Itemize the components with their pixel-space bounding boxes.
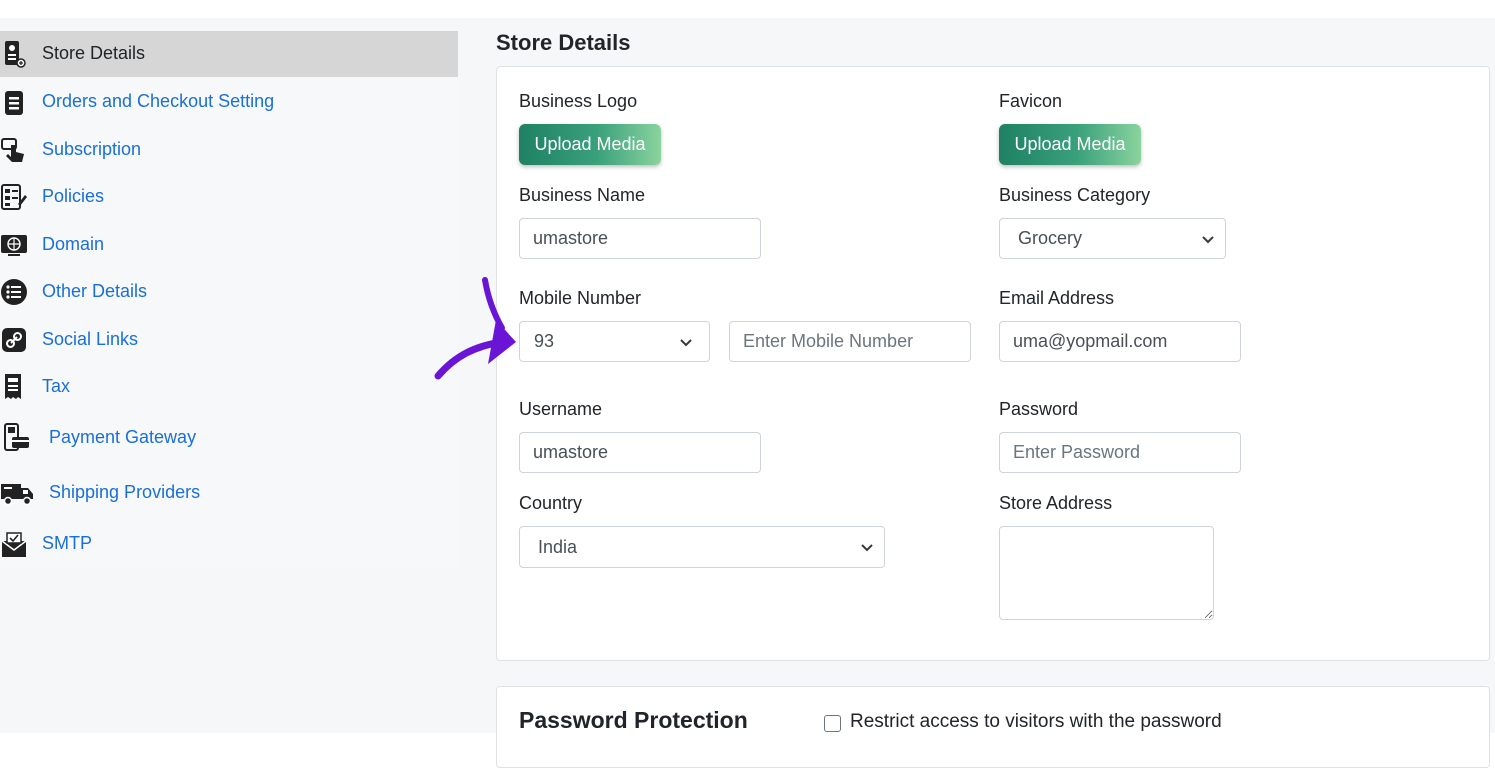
- sidebar-item-label: Orders and Checkout Setting: [42, 91, 275, 111]
- link-icon: [0, 326, 28, 354]
- sidebar-item-label: SMTP: [42, 533, 93, 553]
- business-logo-label: Business Logo: [519, 91, 638, 111]
- sidebar-item-domain[interactable]: Domain: [0, 225, 458, 265]
- store-address-label: Store Address: [999, 493, 1113, 513]
- sidebar-item-tax[interactable]: Tax: [0, 367, 458, 407]
- business-category-value: Grocery: [1018, 228, 1083, 248]
- email-input[interactable]: [999, 321, 1241, 362]
- delivery-truck-icon: [0, 479, 34, 507]
- sidebar-item-label: Store Details: [42, 43, 146, 63]
- sidebar-item-label: Subscription: [42, 139, 142, 159]
- sidebar-item-payment-gateway[interactable]: Payment Gateway: [0, 416, 458, 460]
- settings-sidebar: Store Details Orders and Checkout Settin…: [0, 31, 458, 568]
- sidebar-item-label: Policies: [42, 186, 105, 206]
- annotation-arrow-icon: [434, 277, 516, 380]
- favicon-upload-button[interactable]: Upload Media: [999, 124, 1141, 165]
- sidebar-item-shipping-providers[interactable]: Shipping Providers: [0, 471, 458, 515]
- payment-terminal-icon: [2, 423, 30, 452]
- country-select[interactable]: India: [519, 526, 885, 568]
- sidebar-item-social-links[interactable]: Social Links: [0, 320, 458, 360]
- hand-pointer-icon: [0, 136, 28, 164]
- store-icon: [0, 40, 28, 68]
- tax-receipt-icon: [0, 373, 28, 401]
- sidebar-item-store-details[interactable]: Store Details: [0, 31, 458, 77]
- password-input[interactable]: [999, 432, 1241, 473]
- username-label: Username: [519, 399, 603, 419]
- sidebar-item-label: Social Links: [42, 329, 139, 349]
- document-icon: [0, 89, 28, 117]
- page-title: Store Details: [496, 30, 631, 55]
- sidebar-item-label: Other Details: [42, 281, 148, 301]
- sidebar-item-subscription[interactable]: Subscription: [0, 130, 458, 170]
- country-label: Country: [519, 493, 583, 513]
- chevron-down-icon: [1202, 235, 1214, 243]
- business-name-label: Business Name: [519, 185, 646, 205]
- password-label: Password: [999, 399, 1079, 419]
- mobile-number-label: Mobile Number: [519, 288, 642, 308]
- globe-monitor-icon: [0, 231, 28, 259]
- mobile-number-input[interactable]: [729, 321, 971, 362]
- list-circle-icon: [0, 278, 28, 306]
- business-logo-upload-button[interactable]: Upload Media: [519, 124, 661, 165]
- sidebar-item-other-details[interactable]: Other Details: [0, 272, 458, 312]
- country-code-select[interactable]: 93: [519, 321, 710, 362]
- email-label: Email Address: [999, 288, 1115, 308]
- country-code-value: 93: [534, 331, 555, 351]
- password-protection-title: Password Protection: [519, 707, 748, 733]
- mail-envelope-icon: [0, 531, 28, 559]
- restrict-access-label: Restrict access to visitors with the pas…: [850, 711, 1222, 732]
- policy-document-icon: [0, 183, 28, 211]
- business-category-label: Business Category: [999, 185, 1151, 205]
- business-category-select[interactable]: Grocery: [999, 218, 1226, 259]
- store-address-textarea[interactable]: [999, 526, 1214, 620]
- sidebar-item-orders-checkout[interactable]: Orders and Checkout Setting: [0, 83, 458, 123]
- favicon-label: Favicon: [999, 91, 1063, 111]
- restrict-access-checkbox[interactable]: [824, 715, 841, 732]
- sidebar-item-label: Tax: [42, 376, 71, 396]
- username-input[interactable]: [519, 432, 761, 473]
- sidebar-item-label: Shipping Providers: [49, 482, 201, 502]
- chevron-down-icon: [861, 544, 873, 552]
- sidebar-item-policies[interactable]: Policies: [0, 177, 458, 217]
- sidebar-item-smtp[interactable]: SMTP: [0, 524, 458, 566]
- business-name-input[interactable]: [519, 218, 761, 259]
- sidebar-item-label: Payment Gateway: [49, 427, 197, 447]
- country-value: India: [538, 536, 578, 557]
- chevron-down-icon: [680, 338, 692, 346]
- sidebar-item-label: Domain: [42, 234, 105, 254]
